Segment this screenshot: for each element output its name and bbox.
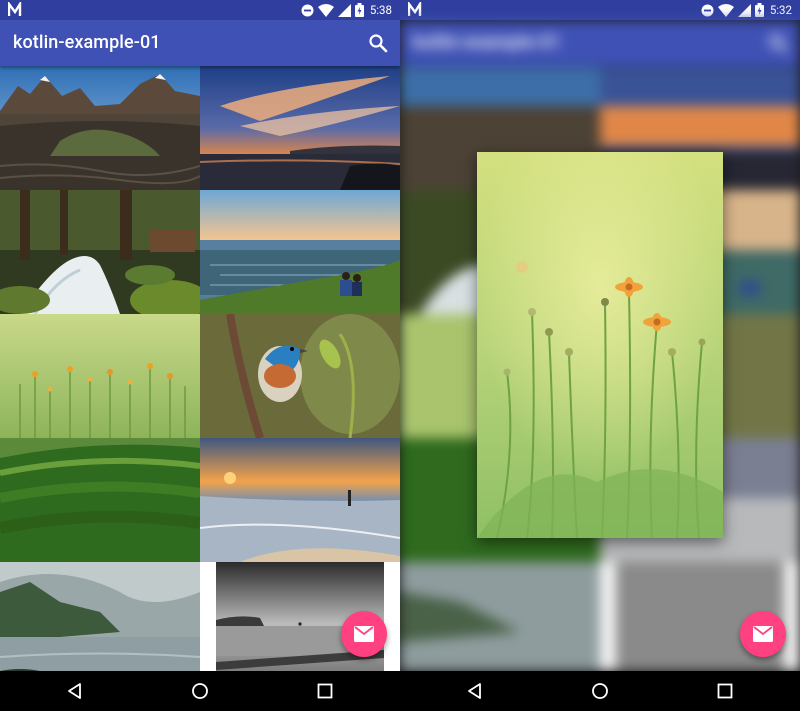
photo-tile-sunset-sea[interactable] bbox=[200, 66, 400, 190]
battery-icon bbox=[755, 3, 764, 17]
photo-tile-blue-bird[interactable] bbox=[200, 314, 400, 438]
photo-tile-mountain-beach[interactable] bbox=[0, 66, 200, 190]
email-fab[interactable] bbox=[341, 611, 387, 657]
photo-tile-green-field[interactable] bbox=[0, 438, 200, 562]
search-icon[interactable] bbox=[368, 33, 388, 53]
email-icon bbox=[753, 626, 773, 642]
photo-tile-yellow-flowers[interactable] bbox=[0, 314, 200, 438]
app-title: kotlin-example-01 bbox=[413, 32, 561, 53]
photo-tile-foggy-cliffs bbox=[400, 562, 600, 671]
app-bar: kotlin-example-01 bbox=[400, 20, 800, 66]
back-icon[interactable] bbox=[66, 682, 84, 700]
back-icon[interactable] bbox=[466, 682, 484, 700]
signal-icon bbox=[338, 3, 351, 17]
photo-tile-city-view-couple[interactable] bbox=[200, 190, 400, 314]
app-bar: kotlin-example-01 bbox=[0, 20, 400, 66]
photo-tile-foggy-cliffs[interactable] bbox=[0, 562, 200, 671]
wifi-icon bbox=[318, 3, 334, 17]
dnd-icon bbox=[701, 4, 714, 16]
wifi-icon bbox=[718, 3, 734, 17]
photo-tile-beach-sunset-person[interactable] bbox=[200, 438, 400, 562]
phone-screen-right: 5:32 kotlin-example-01 bbox=[400, 0, 800, 711]
recents-icon[interactable] bbox=[316, 682, 334, 700]
n-logo-icon bbox=[8, 2, 22, 16]
home-icon[interactable] bbox=[591, 682, 609, 700]
photo-tile-forest-waterfall[interactable] bbox=[0, 190, 200, 314]
status-time: 5:32 bbox=[769, 3, 792, 17]
email-icon bbox=[354, 626, 374, 642]
app-title: kotlin-example-01 bbox=[13, 32, 161, 53]
status-bar: 5:32 bbox=[400, 0, 800, 20]
navigation-bar bbox=[0, 671, 400, 711]
phone-screen-left: 5:38 kotlin-example-01 bbox=[0, 0, 400, 711]
status-time: 5:38 bbox=[369, 3, 392, 17]
email-fab[interactable] bbox=[740, 611, 786, 657]
search-icon bbox=[769, 34, 788, 53]
navigation-bar bbox=[400, 671, 800, 711]
dnd-icon bbox=[301, 4, 314, 16]
home-icon[interactable] bbox=[191, 682, 209, 700]
n-logo-icon bbox=[408, 2, 422, 16]
recents-icon[interactable] bbox=[716, 682, 734, 700]
photo-preview-yellow-flowers[interactable] bbox=[477, 152, 723, 538]
signal-icon bbox=[738, 3, 751, 17]
battery-icon bbox=[355, 3, 364, 17]
status-bar: 5:38 bbox=[0, 0, 400, 20]
photo-grid bbox=[0, 66, 400, 671]
